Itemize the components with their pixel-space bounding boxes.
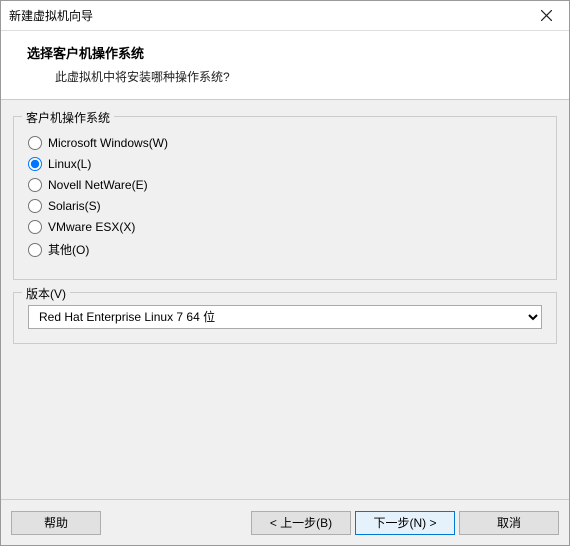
page-subtitle: 此虚拟机中将安装哪种操作系统? xyxy=(27,68,537,85)
os-radio-windows[interactable] xyxy=(28,136,42,150)
os-option-windows[interactable]: Microsoft Windows(W) xyxy=(28,136,542,150)
page-title: 选择客户机操作系统 xyxy=(27,43,537,62)
back-button[interactable]: < 上一步(B) xyxy=(251,511,351,535)
os-label: Novell NetWare(E) xyxy=(48,178,148,192)
cancel-button[interactable]: 取消 xyxy=(459,511,559,535)
os-label: 其他(O) xyxy=(48,241,89,258)
version-select[interactable]: Red Hat Enterprise Linux 7 64 位 xyxy=(28,305,542,329)
version-legend: 版本(V) xyxy=(22,285,70,302)
wizard-header: 选择客户机操作系统 此虚拟机中将安装哪种操作系统? xyxy=(1,31,569,100)
window-title: 新建虚拟机向导 xyxy=(9,7,93,24)
os-option-solaris[interactable]: Solaris(S) xyxy=(28,199,542,213)
os-label: Linux(L) xyxy=(48,157,91,171)
os-radio-other[interactable] xyxy=(28,243,42,257)
os-radio-netware[interactable] xyxy=(28,178,42,192)
os-radio-vmware-esx[interactable] xyxy=(28,220,42,234)
os-label: Microsoft Windows(W) xyxy=(48,136,168,150)
os-option-linux[interactable]: Linux(L) xyxy=(28,157,542,171)
os-label: Solaris(S) xyxy=(48,199,101,213)
guest-os-legend: 客户机操作系统 xyxy=(22,109,114,126)
os-option-vmware-esx[interactable]: VMware ESX(X) xyxy=(28,220,542,234)
os-option-other[interactable]: 其他(O) xyxy=(28,241,542,258)
os-label: VMware ESX(X) xyxy=(48,220,135,234)
guest-os-radio-group: Microsoft Windows(W) Linux(L) Novell Net… xyxy=(28,136,542,258)
close-button[interactable] xyxy=(523,1,569,31)
wizard-footer: 帮助 < 上一步(B) 下一步(N) > 取消 xyxy=(1,499,569,545)
title-bar: 新建虚拟机向导 xyxy=(1,1,569,31)
help-button[interactable]: 帮助 xyxy=(11,511,101,535)
next-button[interactable]: 下一步(N) > xyxy=(355,511,455,535)
close-icon xyxy=(541,10,552,21)
guest-os-fieldset: 客户机操作系统 Microsoft Windows(W) Linux(L) No… xyxy=(13,116,557,280)
wizard-content: 客户机操作系统 Microsoft Windows(W) Linux(L) No… xyxy=(1,100,569,499)
os-radio-linux[interactable] xyxy=(28,157,42,171)
os-option-netware[interactable]: Novell NetWare(E) xyxy=(28,178,542,192)
os-radio-solaris[interactable] xyxy=(28,199,42,213)
version-fieldset: 版本(V) Red Hat Enterprise Linux 7 64 位 xyxy=(13,292,557,344)
